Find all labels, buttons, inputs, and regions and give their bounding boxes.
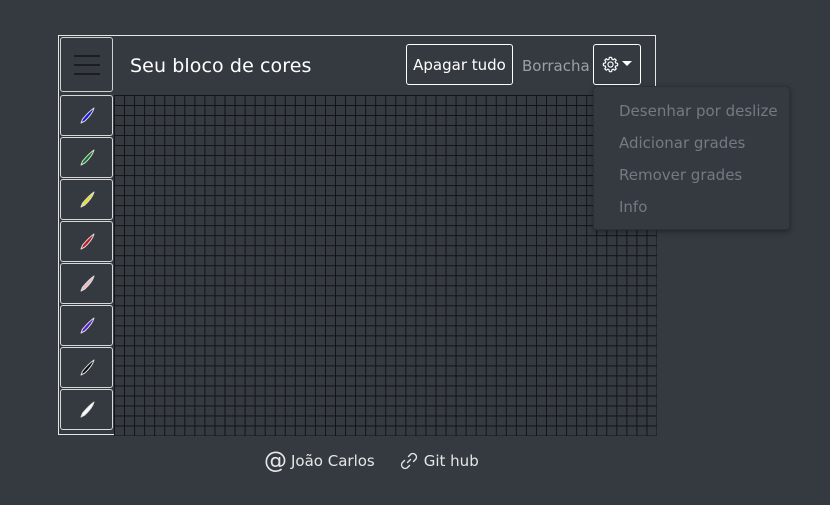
- hamburger-icon-line: [73, 54, 100, 57]
- color-swatch[interactable]: [60, 263, 113, 304]
- pen-icon: [80, 107, 94, 123]
- link-icon: [400, 452, 417, 470]
- eraser-button[interactable]: Borracha: [522, 57, 590, 75]
- menu-item-add-grid[interactable]: Adicionar grades: [594, 127, 789, 159]
- page-title: Seu bloco de cores: [130, 55, 312, 77]
- author-name: João Carlos: [291, 452, 375, 470]
- chevron-down-icon: [622, 61, 632, 66]
- hamburger-icon-line: [73, 63, 100, 66]
- pen-icon: [80, 401, 94, 417]
- pen-icon: [80, 149, 94, 165]
- menu-item-draw-by-drag[interactable]: Desenhar por deslize: [594, 95, 789, 127]
- author-link[interactable]: @ João Carlos: [264, 449, 375, 473]
- menu-item-remove-grid[interactable]: Remover grades: [594, 159, 789, 191]
- settings-dropdown-menu: Desenhar por deslize Adicionar grades Re…: [593, 86, 790, 230]
- hamburger-icon-line: [73, 72, 100, 75]
- pen-icon: [80, 233, 94, 249]
- footer: @ João Carlos Git hub: [264, 449, 479, 473]
- color-swatch[interactable]: [60, 137, 113, 178]
- color-swatch[interactable]: [60, 305, 113, 346]
- menu-item-info[interactable]: Info: [594, 191, 789, 223]
- pen-icon: [80, 359, 94, 375]
- color-palette: [60, 95, 113, 431]
- color-swatch[interactable]: [60, 221, 113, 262]
- menu-button[interactable]: [60, 37, 113, 92]
- settings-dropdown-toggle[interactable]: [593, 44, 641, 85]
- pen-icon: [80, 275, 94, 291]
- at-icon: @: [264, 448, 287, 474]
- github-label: Git hub: [423, 452, 479, 470]
- color-swatch[interactable]: [60, 389, 113, 430]
- pixel-grid-canvas[interactable]: [114, 95, 657, 436]
- github-link[interactable]: Git hub: [398, 450, 479, 472]
- color-swatch[interactable]: [60, 95, 113, 136]
- gear-icon: [602, 56, 619, 73]
- clear-all-button[interactable]: Apagar tudo: [406, 44, 513, 85]
- color-swatch[interactable]: [60, 347, 113, 388]
- pen-icon: [80, 317, 94, 333]
- pen-icon: [80, 191, 94, 207]
- color-swatch[interactable]: [60, 179, 113, 220]
